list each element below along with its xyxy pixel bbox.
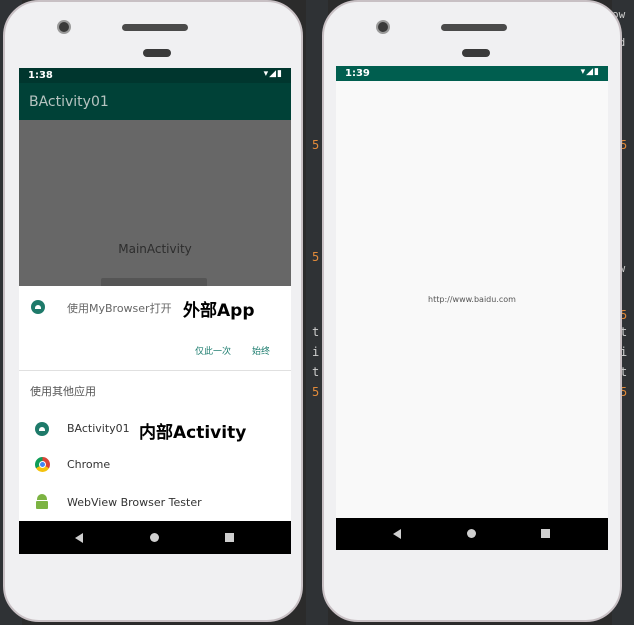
always-button[interactable]: 始终 — [252, 344, 270, 357]
just-once-button[interactable]: 仅此一次 — [195, 344, 231, 357]
sensor-bar — [143, 49, 171, 57]
app-bar: BActivity01 — [19, 83, 291, 120]
ide-code-glyph: t — [312, 325, 320, 339]
speaker-grille — [122, 24, 188, 31]
navigation-bar — [336, 518, 608, 550]
right-phone-frame: 1:39 ▾◢▮ http://www.baidu.com — [322, 0, 622, 622]
sheet-handle — [101, 278, 207, 286]
home-icon[interactable] — [467, 529, 476, 538]
annotation-internal-activity: 内部Activity — [139, 423, 247, 443]
navigation-bar — [19, 521, 291, 554]
status-icons: ▾◢▮ — [580, 67, 600, 77]
other-apps-section-title: 使用其他应用 — [30, 385, 96, 398]
ide-code-glyph: 5 — [312, 385, 320, 399]
status-bar: 1:39 ▾◢▮ — [336, 66, 608, 81]
status-bar: 1:38 ▾◢▮ — [19, 68, 291, 83]
chooser-primary-label: 使用MyBrowser打开 — [67, 302, 172, 315]
back-icon[interactable] — [393, 529, 401, 539]
recent-apps-icon[interactable] — [225, 533, 234, 542]
left-phone-screen: 1:38 ▾◢▮ BActivity01 MainActivity 使用MyBr… — [19, 68, 291, 554]
chooser-divider — [19, 370, 291, 371]
ide-code-glyph: t — [312, 365, 320, 379]
chooser-app-item[interactable]: WebView Browser Tester — [19, 486, 291, 520]
left-phone-frame: 1:38 ▾◢▮ BActivity01 MainActivity 使用MyBr… — [3, 0, 303, 622]
app-bar-title: BActivity01 — [29, 94, 109, 110]
chooser-app-label: WebView Browser Tester — [67, 496, 202, 509]
camera-icon — [57, 20, 71, 34]
main-activity-label: MainActivity — [118, 242, 192, 256]
chooser-app-label: BActivity01 — [67, 422, 130, 435]
annotation-external-app: 外部App — [183, 301, 255, 321]
chooser-app-item[interactable]: BActivity01 内部Activity — [19, 412, 291, 446]
android-app-icon — [35, 422, 49, 436]
android-app-icon — [31, 300, 45, 314]
recent-apps-icon[interactable] — [541, 529, 550, 538]
right-phone-screen: 1:39 ▾◢▮ http://www.baidu.com — [336, 66, 608, 552]
android-bot-icon — [35, 494, 49, 509]
sensor-bar — [462, 49, 490, 57]
camera-icon — [376, 20, 390, 34]
status-time: 1:39 — [345, 68, 370, 79]
chooser-primary-option[interactable]: 使用MyBrowser打开 外部App — [19, 286, 291, 326]
browser-webview[interactable]: http://www.baidu.com — [336, 81, 608, 518]
ide-code-glyph: 5 — [312, 250, 320, 264]
ide-code-glyph: 5 — [312, 138, 320, 152]
status-icons: ▾◢▮ — [263, 69, 283, 79]
chooser-app-item[interactable]: Chrome — [19, 448, 291, 482]
activity-content-dimmed: MainActivity — [19, 120, 291, 288]
chrome-icon — [35, 457, 50, 472]
back-icon[interactable] — [75, 533, 83, 543]
status-time: 1:38 — [28, 70, 53, 81]
speaker-grille — [441, 24, 507, 31]
url-text: http://www.baidu.com — [428, 295, 516, 304]
chooser-app-label: Chrome — [67, 458, 111, 471]
ide-code-glyph: i — [312, 345, 320, 359]
app-chooser-sheet: 使用MyBrowser打开 外部App 仅此一次 始终 使用其他应用 BActi… — [19, 286, 291, 521]
home-icon[interactable] — [150, 533, 159, 542]
